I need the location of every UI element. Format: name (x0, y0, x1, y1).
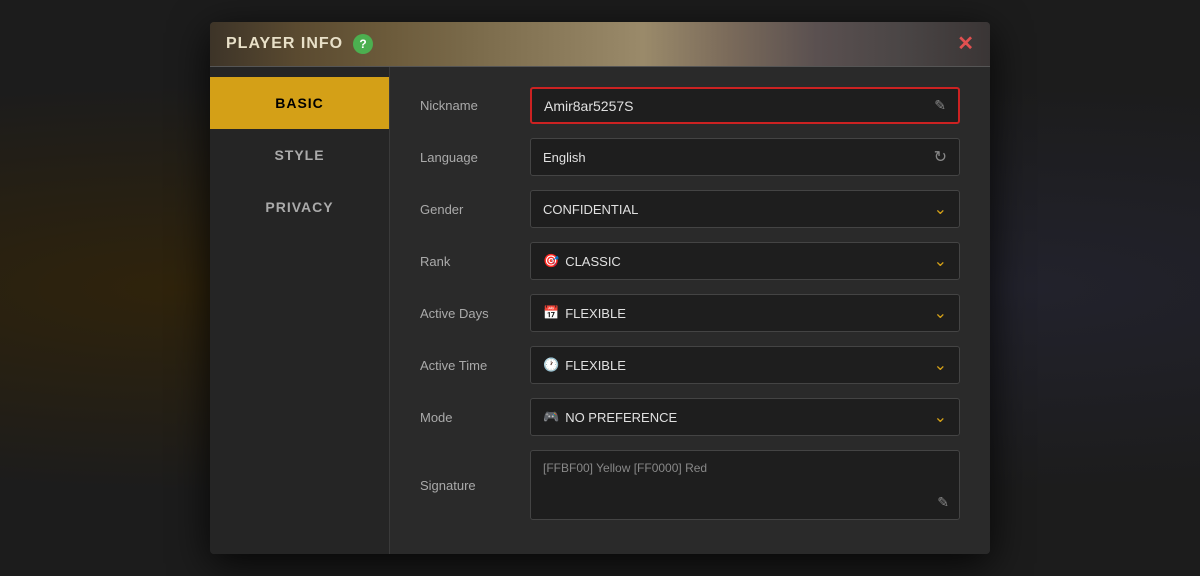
nickname-label: Nickname (420, 98, 530, 113)
language-row: Language English ↻ (420, 138, 960, 176)
mode-arrow-icon: ⌄ (934, 407, 947, 427)
nickname-field[interactable]: Amir8ar5257S ✎ (530, 87, 960, 124)
language-control: English ↻ (530, 138, 960, 176)
gender-arrow-icon: ⌄ (934, 199, 947, 219)
rank-value: 🎯 CLASSIC (543, 253, 621, 269)
sidebar-item-privacy[interactable]: PRIVACY (210, 181, 389, 233)
mode-label: Mode (420, 410, 530, 425)
active-time-control: 🕐 FLEXIBLE ⌄ (530, 346, 960, 384)
mode-row: Mode 🎮 NO PREFERENCE ⌄ (420, 398, 960, 436)
active-time-dropdown[interactable]: 🕐 FLEXIBLE ⌄ (530, 346, 960, 384)
content-area: Nickname Amir8ar5257S ✎ Language English… (390, 67, 990, 554)
active-days-arrow-icon: ⌄ (934, 303, 947, 323)
player-info-dialog: PLAYER INFO ? ✕ BASIC STYLE PRIVACY Nick… (210, 22, 990, 554)
nickname-value: Amir8ar5257S (544, 98, 634, 114)
nickname-control: Amir8ar5257S ✎ (530, 87, 960, 124)
language-refresh-icon[interactable]: ↻ (934, 147, 947, 167)
active-time-arrow-icon: ⌄ (934, 355, 947, 375)
gender-row: Gender CONFIDENTIAL ⌄ (420, 190, 960, 228)
rank-dropdown[interactable]: 🎯 CLASSIC ⌄ (530, 242, 960, 280)
signature-field[interactable]: [FFBF00] Yellow [FF0000] Red ✎ (530, 450, 960, 520)
help-icon[interactable]: ? (353, 34, 373, 54)
active-days-dropdown[interactable]: 📅 FLEXIBLE ⌄ (530, 294, 960, 332)
mode-control: 🎮 NO PREFERENCE ⌄ (530, 398, 960, 436)
gender-dropdown[interactable]: CONFIDENTIAL ⌄ (530, 190, 960, 228)
active-days-value: 📅 FLEXIBLE (543, 305, 626, 321)
nickname-row: Nickname Amir8ar5257S ✎ (420, 87, 960, 124)
rank-row: Rank 🎯 CLASSIC ⌄ (420, 242, 960, 280)
language-label: Language (420, 150, 530, 165)
gender-value: CONFIDENTIAL (543, 202, 638, 217)
active-days-row: Active Days 📅 FLEXIBLE ⌄ (420, 294, 960, 332)
mode-value: 🎮 NO PREFERENCE (543, 409, 677, 425)
active-time-icon: 🕐 (543, 357, 559, 373)
rank-control: 🎯 CLASSIC ⌄ (530, 242, 960, 280)
mode-dropdown[interactable]: 🎮 NO PREFERENCE ⌄ (530, 398, 960, 436)
sidebar-item-basic[interactable]: BASIC (210, 77, 389, 129)
dialog-title: PLAYER INFO (226, 35, 343, 53)
signature-row: Signature [FFBF00] Yellow [FF0000] Red ✎ (420, 450, 960, 520)
active-time-row: Active Time 🕐 FLEXIBLE ⌄ (420, 346, 960, 384)
dialog-body: BASIC STYLE PRIVACY Nickname Amir8ar5257… (210, 67, 990, 554)
rank-arrow-icon: ⌄ (934, 251, 947, 271)
signature-value: [FFBF00] Yellow [FF0000] Red (543, 461, 707, 475)
gender-control: CONFIDENTIAL ⌄ (530, 190, 960, 228)
gender-label: Gender (420, 202, 530, 217)
nickname-edit-icon[interactable]: ✎ (934, 97, 946, 114)
signature-label: Signature (420, 478, 530, 493)
active-days-icon: 📅 (543, 305, 559, 321)
rank-label: Rank (420, 254, 530, 269)
language-field[interactable]: English ↻ (530, 138, 960, 176)
close-button[interactable]: ✕ (957, 34, 974, 54)
language-value: English (543, 150, 586, 165)
signature-edit-icon[interactable]: ✎ (937, 494, 949, 511)
signature-control: [FFBF00] Yellow [FF0000] Red ✎ (530, 450, 960, 520)
rank-icon: 🎯 (543, 253, 559, 269)
title-row: PLAYER INFO ? (226, 34, 373, 54)
active-days-label: Active Days (420, 306, 530, 321)
active-days-control: 📅 FLEXIBLE ⌄ (530, 294, 960, 332)
active-time-value: 🕐 FLEXIBLE (543, 357, 626, 373)
sidebar: BASIC STYLE PRIVACY (210, 67, 390, 554)
sidebar-item-style[interactable]: STYLE (210, 129, 389, 181)
dialog-header: PLAYER INFO ? ✕ (210, 22, 990, 67)
active-time-label: Active Time (420, 358, 530, 373)
mode-icon: 🎮 (543, 409, 559, 425)
